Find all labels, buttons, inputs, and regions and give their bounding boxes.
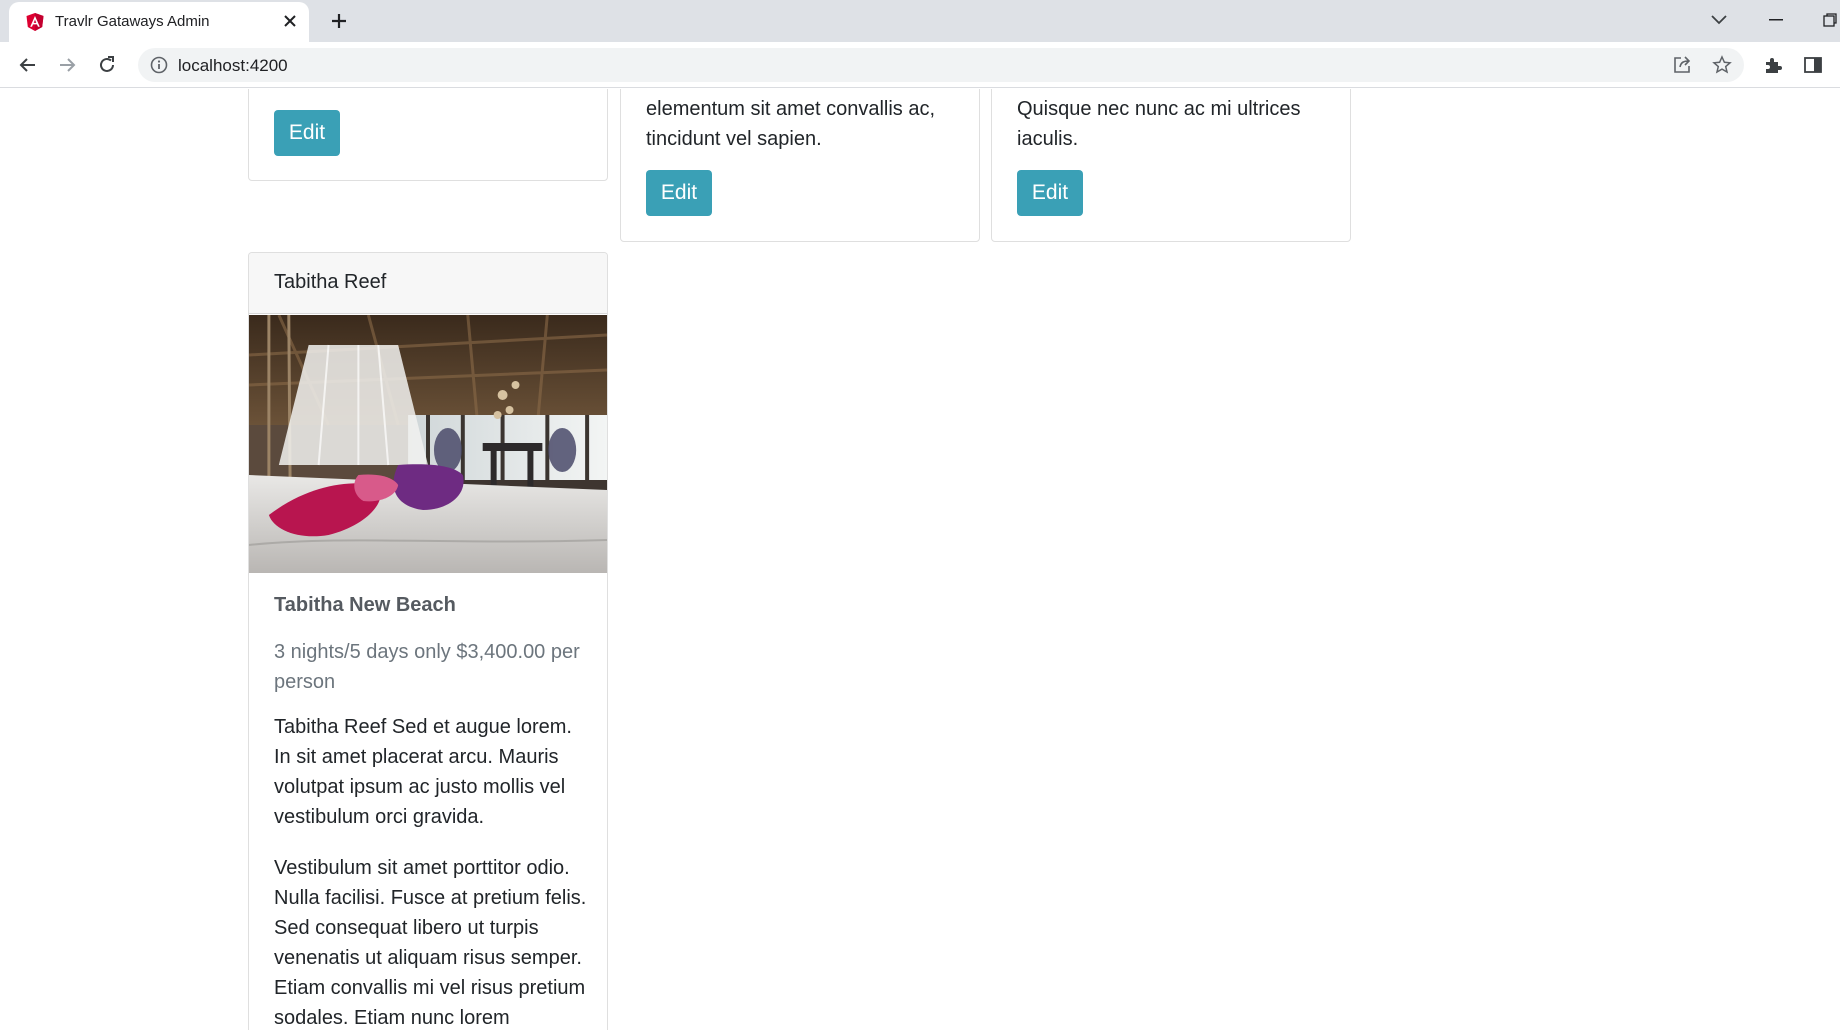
trip-card: Edit bbox=[248, 89, 608, 181]
angular-icon bbox=[26, 13, 44, 31]
back-icon[interactable] bbox=[14, 51, 42, 79]
close-tab-icon[interactable] bbox=[279, 10, 301, 32]
card-subtitle: 3 nights/5 days only $3,400.00 per perso… bbox=[274, 641, 580, 693]
site-info-icon[interactable] bbox=[150, 56, 168, 74]
browser-tab[interactable]: Travlr Gataways Admin bbox=[9, 2, 309, 42]
url-text: localhost:4200 bbox=[178, 56, 288, 75]
side-panel-icon[interactable] bbox=[1800, 52, 1826, 78]
edit-button[interactable]: Edit bbox=[274, 110, 340, 156]
browser-toolbar: localhost:4200 bbox=[0, 42, 1840, 88]
tab-title: Travlr Gataways Admin bbox=[55, 13, 210, 30]
new-tab-icon[interactable] bbox=[326, 8, 352, 34]
card-paragraph: Tabitha Reef Sed et augue lorem. In sit … bbox=[274, 716, 572, 828]
edit-button[interactable]: Edit bbox=[646, 170, 712, 216]
share-icon[interactable] bbox=[1670, 53, 1694, 77]
card-description: Quisque nec nunc ac mi ultrices iaculis. bbox=[1017, 98, 1301, 150]
card-header: Tabitha Reef bbox=[249, 253, 607, 314]
address-bar[interactable]: localhost:4200 bbox=[138, 48, 1744, 82]
trip-card: elementum sit amet convallis ac, tincidu… bbox=[620, 89, 980, 242]
reload-icon[interactable] bbox=[93, 51, 121, 79]
card-title: Tabitha New Beach bbox=[274, 594, 456, 616]
forward-icon[interactable] bbox=[53, 51, 81, 79]
browser-tabstrip: Travlr Gataways Admin bbox=[0, 0, 1840, 42]
minimize-icon[interactable] bbox=[1761, 6, 1791, 34]
page-content: Edit elementum sit amet convallis ac, ti… bbox=[0, 89, 1840, 1030]
card-paragraph: Vestibulum sit amet porttitor odio. Null… bbox=[274, 857, 587, 1029]
trip-card: Quisque nec nunc ac mi ultrices iaculis.… bbox=[991, 89, 1351, 242]
extensions-icon[interactable] bbox=[1760, 52, 1786, 78]
edit-button[interactable]: Edit bbox=[1017, 170, 1083, 216]
resort-room-image bbox=[249, 315, 607, 573]
bookmark-star-icon[interactable] bbox=[1710, 53, 1734, 77]
card-header-title: Tabitha Reef bbox=[274, 271, 387, 293]
restore-icon[interactable] bbox=[1815, 6, 1840, 34]
card-description: elementum sit amet convallis ac, tincidu… bbox=[646, 98, 936, 150]
trip-card-tabitha-reef: Tabitha Reef Tabitha New Beach 3 nights/… bbox=[248, 252, 608, 1030]
tab-search-icon[interactable] bbox=[1704, 6, 1734, 34]
